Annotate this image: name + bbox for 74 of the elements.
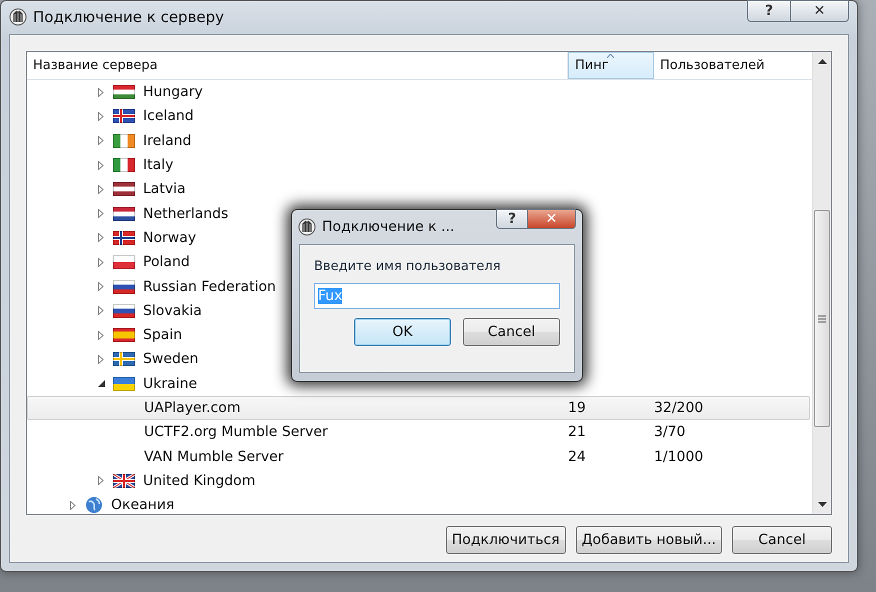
globe-icon (85, 496, 103, 514)
expand-arrow-icon[interactable] (96, 282, 106, 292)
users-cell: 3/70 (654, 424, 686, 440)
tree-item[interactable]: Russian Federation (143, 278, 276, 295)
expand-arrow-icon[interactable] (96, 232, 106, 243)
scroll-thumb[interactable] (814, 210, 830, 427)
flag-icon (113, 206, 135, 221)
collapse-arrow-icon[interactable] (96, 378, 106, 389)
expand-arrow-icon[interactable] (96, 330, 106, 340)
column-header[interactable]: Пользователей (654, 52, 812, 79)
tree-item[interactable]: Netherlands (143, 206, 228, 222)
column-header[interactable]: Пинг (568, 52, 654, 79)
tree-item[interactable]: Ireland (143, 132, 192, 149)
close-button[interactable]: ✕ (791, 0, 849, 22)
users-cell: 32/200 (654, 400, 704, 416)
app-logo-icon (10, 8, 26, 25)
tree-item[interactable]: Poland (143, 254, 190, 270)
expand-arrow-icon[interactable] (96, 476, 106, 486)
expand-arrow-icon[interactable] (96, 184, 106, 194)
server-row[interactable]: UCTF2.org Mumble Server 21 3/70 (27, 420, 810, 444)
tree-item[interactable]: Iceland (143, 108, 194, 124)
server-name: VAN Mumble Server (144, 448, 285, 465)
app-logo-icon (298, 218, 316, 236)
expand-arrow-icon[interactable] (96, 136, 106, 146)
tree-item[interactable]: Sweden (143, 351, 198, 368)
flag-icon (113, 109, 135, 124)
dialog-button[interactable]: Подключиться (446, 526, 566, 554)
flag-icon (113, 85, 135, 100)
expand-arrow-icon[interactable] (96, 354, 106, 364)
expand-arrow-icon[interactable] (96, 111, 106, 122)
dialog-button[interactable]: Cancel (463, 318, 560, 346)
flag-icon (113, 182, 135, 196)
tree-item[interactable]: Океания (111, 497, 174, 514)
server-name: UAPlayer.com (144, 400, 242, 416)
expand-arrow-icon[interactable] (96, 306, 106, 316)
flag-icon (113, 230, 135, 245)
dialog-button[interactable]: Cancel (732, 526, 832, 554)
expand-arrow-icon[interactable] (96, 160, 106, 170)
tree-item[interactable]: Slovakia (143, 302, 202, 319)
tree-item[interactable]: Latvia (143, 181, 186, 198)
server-row[interactable]: VAN Mumble Server 24 1/1000 (27, 444, 810, 469)
tree-item[interactable]: United Kingdom (143, 472, 256, 489)
expand-arrow-icon[interactable] (68, 500, 78, 510)
ping-cell-text: 24 (568, 448, 587, 465)
expand-arrow-icon[interactable] (96, 257, 106, 268)
tree-item[interactable]: Italy (143, 157, 174, 174)
ping-cell-text: 21 (568, 424, 587, 440)
server-name: UCTF2.org Mumble Server (144, 424, 329, 440)
flag-icon (113, 376, 135, 391)
flag-icon (113, 304, 135, 318)
expand-arrow-icon[interactable] (96, 208, 106, 219)
users-cell: 1/1000 (654, 448, 704, 465)
tree-item[interactable]: Norway (143, 230, 196, 246)
ping-cell-text: 19 (568, 400, 587, 416)
flag-icon (113, 352, 135, 366)
flag-icon (113, 134, 135, 148)
help-button[interactable]: ? (747, 0, 791, 22)
flag-icon (113, 474, 135, 488)
tree-item[interactable]: Spain (143, 327, 182, 344)
expand-arrow-icon[interactable] (96, 87, 106, 98)
flag-icon (113, 280, 135, 294)
dialog-title: Подключение к ... (322, 219, 456, 235)
server-row[interactable]: UAPlayer.com 19 32/200 (27, 396, 810, 420)
tree-item[interactable]: Hungary (143, 84, 203, 100)
tree-item[interactable]: Ukraine (143, 376, 198, 392)
help-button[interactable]: ? (496, 209, 528, 229)
window-title: Подключение к серверу (33, 8, 226, 26)
prompt-label: Введите имя пользователя (314, 259, 502, 274)
scrollbar[interactable] (812, 52, 831, 514)
dialog-button[interactable]: OK (354, 318, 451, 346)
flag-icon (113, 255, 135, 270)
flag-icon (113, 158, 135, 172)
dialog-button[interactable]: Добавить новый... (576, 526, 722, 554)
flag-icon (113, 328, 135, 342)
